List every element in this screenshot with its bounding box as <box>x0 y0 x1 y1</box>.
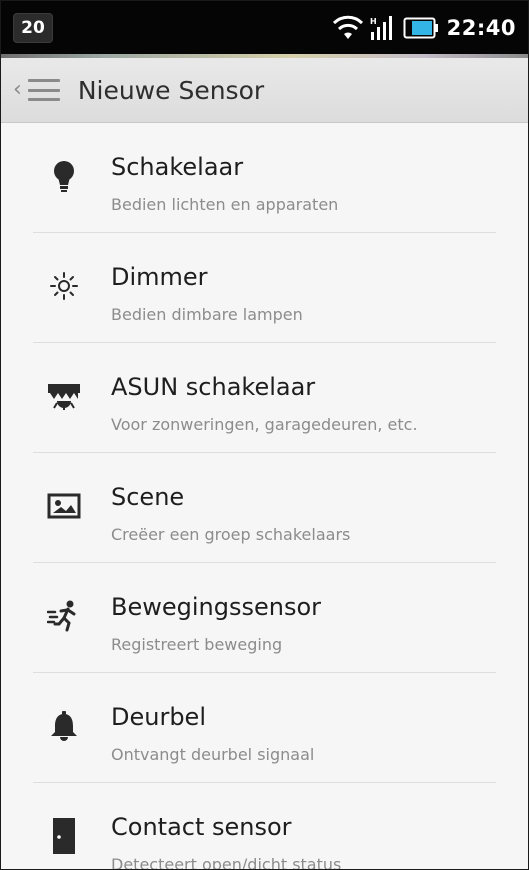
list-item-asun-schakelaar[interactable]: ASUN schakelaar Voor zonweringen, garage… <box>1 343 528 453</box>
list-item-dimmer[interactable]: Dimmer Bedien dimbare lampen <box>1 233 528 343</box>
action-bar: ‹ Nieuwe Sensor <box>1 58 528 123</box>
item-subtitle: Registreert beweging <box>111 635 283 654</box>
status-icons: H 22:40 <box>332 12 516 44</box>
svg-text:H: H <box>370 17 377 26</box>
signal-strength-icon: H <box>369 14 395 42</box>
item-title: Deurbel <box>111 703 206 731</box>
list-item-bewegingssensor[interactable]: Bewegingssensor Registreert beweging <box>1 563 528 673</box>
sensor-type-list: Schakelaar Bedien lichten en apparaten D… <box>1 123 528 870</box>
notification-badge: 20 <box>13 13 53 43</box>
awning-icon <box>45 377 83 415</box>
item-title: Bewegingssensor <box>111 593 322 621</box>
item-subtitle: Ontvangt deurbel signaal <box>111 745 315 764</box>
phone-screen: 20 H 22:40 ‹ Nieuwe Sensor Schakelaar Be… <box>0 0 529 870</box>
item-subtitle: Bedien lichten en apparaten <box>111 195 339 214</box>
item-subtitle: Detecteert open/dicht status <box>111 855 342 870</box>
list-item-scene[interactable]: Scene Creëer een groep schakelaars <box>1 453 528 563</box>
back-chevron-icon[interactable]: ‹ <box>13 79 22 101</box>
menu-icon[interactable] <box>27 79 60 101</box>
bell-icon <box>45 707 83 745</box>
picture-icon <box>45 487 83 525</box>
running-person-icon <box>45 597 83 635</box>
clock: 22:40 <box>446 16 516 40</box>
item-title: Dimmer <box>111 263 208 291</box>
item-title: Contact sensor <box>111 813 292 841</box>
item-title: Schakelaar <box>111 153 244 181</box>
page-title: Nieuwe Sensor <box>77 75 265 105</box>
door-icon <box>45 817 83 855</box>
status-bar: 20 H 22:40 <box>1 1 528 54</box>
item-title: ASUN schakelaar <box>111 373 316 401</box>
item-subtitle: Voor zonweringen, garagedeuren, etc. <box>111 415 418 434</box>
battery-icon <box>403 16 439 40</box>
list-item-contact-sensor[interactable]: Contact sensor Detecteert open/dicht sta… <box>1 783 528 870</box>
sun-icon <box>45 267 83 305</box>
item-subtitle: Creëer een groep schakelaars <box>111 525 351 544</box>
list-item-deurbel[interactable]: Deurbel Ontvangt deurbel signaal <box>1 673 528 783</box>
item-title: Scene <box>111 483 185 511</box>
list-item-schakelaar[interactable]: Schakelaar Bedien lichten en apparaten <box>1 123 528 233</box>
item-subtitle: Bedien dimbare lampen <box>111 305 303 324</box>
lightbulb-icon <box>45 157 83 195</box>
wifi-icon <box>332 15 363 41</box>
